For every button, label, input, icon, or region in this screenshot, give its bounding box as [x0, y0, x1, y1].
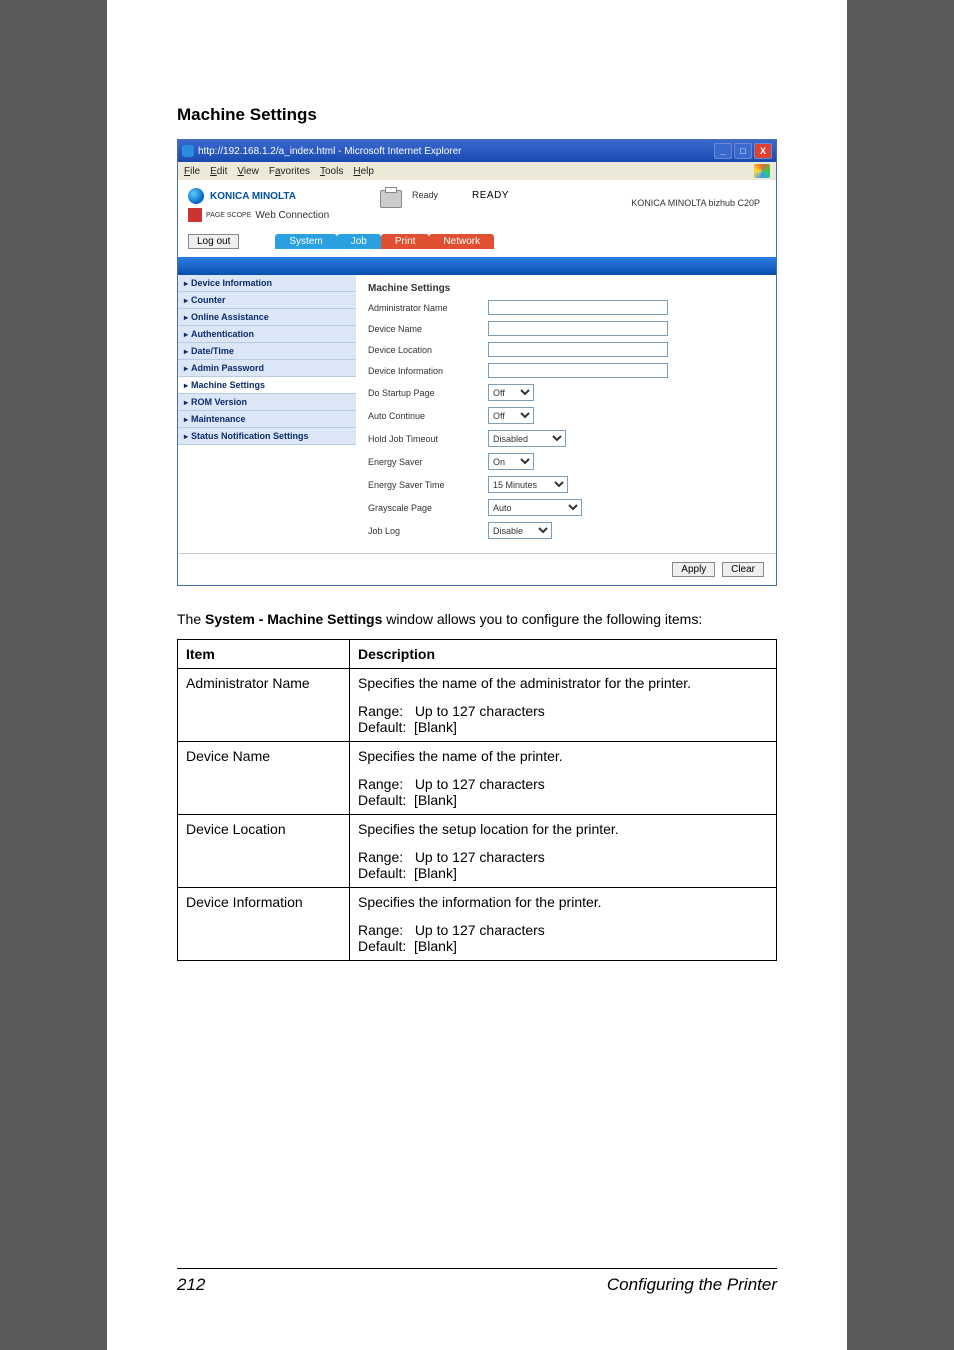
- status-ready-small: Ready: [412, 190, 438, 200]
- table-header-description: Description: [350, 639, 777, 668]
- form-row: Administrator Name: [368, 300, 764, 315]
- form-label: Hold Job Timeout: [368, 434, 488, 444]
- form-row: Do Startup PageOff: [368, 384, 764, 401]
- form-label: Device Information: [368, 366, 488, 376]
- form-label: Do Startup Page: [368, 388, 488, 398]
- menubar: File Edit View Favorites Tools Help: [178, 162, 776, 180]
- table-row: Device LocationSpecifies the setup locat…: [178, 814, 777, 887]
- select-job-log[interactable]: Disable: [488, 522, 552, 539]
- table-cell-item: Device Name: [178, 741, 350, 814]
- sidebar-item-authentication[interactable]: Authentication: [178, 326, 356, 343]
- form-row: Grayscale PageAuto: [368, 499, 764, 516]
- table-cell-description: Specifies the information for the printe…: [350, 887, 777, 960]
- side-nav: Device InformationCounterOnline Assistan…: [178, 275, 356, 553]
- table-cell-item: Device Information: [178, 887, 350, 960]
- ie-icon: [182, 145, 194, 157]
- menu-file[interactable]: File: [184, 166, 200, 177]
- form-label: Energy Saver: [368, 457, 488, 467]
- select-energy-saver[interactable]: On: [488, 453, 534, 470]
- footer-section-title: Configuring the Printer: [607, 1275, 777, 1295]
- product-name: KONICA MINOLTA bizhub C20P: [631, 190, 766, 208]
- status-ready-big: READY: [472, 190, 509, 201]
- windows-logo-icon: [754, 164, 770, 178]
- input-device-location[interactable]: [488, 342, 668, 357]
- sidebar-item-online-assistance[interactable]: Online Assistance: [178, 309, 356, 326]
- table-row: Administrator NameSpecifies the name of …: [178, 668, 777, 741]
- menu-help[interactable]: Help: [353, 166, 374, 177]
- form-row: Device Information: [368, 363, 764, 378]
- form-row: Energy Saver Time15 Minutes: [368, 476, 764, 493]
- form-label: Energy Saver Time: [368, 480, 488, 490]
- form-label: Grayscale Page: [368, 503, 488, 513]
- clear-button[interactable]: Clear: [722, 562, 764, 577]
- table-row: Device InformationSpecifies the informat…: [178, 887, 777, 960]
- sidebar-item-counter[interactable]: Counter: [178, 292, 356, 309]
- input-device-information[interactable]: [488, 363, 668, 378]
- form-row: Device Location: [368, 342, 764, 357]
- table-row: Device NameSpecifies the name of the pri…: [178, 741, 777, 814]
- table-cell-item: Administrator Name: [178, 668, 350, 741]
- form-label: Job Log: [368, 526, 488, 536]
- form-row: Energy SaverOn: [368, 453, 764, 470]
- logout-button[interactable]: Log out: [188, 234, 239, 249]
- table-cell-item: Device Location: [178, 814, 350, 887]
- printer-icon: [380, 190, 402, 208]
- form-row: Job LogDisable: [368, 522, 764, 539]
- menu-view[interactable]: View: [237, 166, 259, 177]
- sidebar-item-machine-settings[interactable]: Machine Settings: [178, 377, 356, 394]
- pagescope-prefix: PAGE SCOPE: [206, 212, 251, 219]
- tab-network[interactable]: Network: [429, 234, 494, 249]
- section-heading: Machine Settings: [177, 105, 777, 125]
- select-hold-job-timeout[interactable]: Disabled: [488, 430, 566, 447]
- menu-tools[interactable]: Tools: [320, 166, 343, 177]
- page-number: 212: [177, 1275, 205, 1295]
- tab-print[interactable]: Print: [381, 234, 430, 249]
- table-cell-description: Specifies the name of the administrator …: [350, 668, 777, 741]
- header-bar: [178, 257, 776, 275]
- input-device-name[interactable]: [488, 321, 668, 336]
- form-row: Hold Job TimeoutDisabled: [368, 430, 764, 447]
- window-title: http://192.168.1.2/a_index.html - Micros…: [198, 146, 461, 157]
- pagescope-icon: [188, 208, 202, 222]
- form-label: Auto Continue: [368, 411, 488, 421]
- input-administrator-name[interactable]: [488, 300, 668, 315]
- sidebar-item-status-notification-settings[interactable]: Status Notification Settings: [178, 428, 356, 445]
- tab-system[interactable]: System: [275, 234, 336, 249]
- window-minimize-button[interactable]: _: [714, 143, 732, 159]
- apply-button[interactable]: Apply: [672, 562, 715, 577]
- pane-title: Machine Settings: [368, 283, 764, 294]
- sidebar-item-admin-password[interactable]: Admin Password: [178, 360, 356, 377]
- sidebar-item-date-time[interactable]: Date/Time: [178, 343, 356, 360]
- sidebar-item-maintenance[interactable]: Maintenance: [178, 411, 356, 428]
- form-row: Device Name: [368, 321, 764, 336]
- sidebar-item-rom-version[interactable]: ROM Version: [178, 394, 356, 411]
- select-grayscale-page[interactable]: Auto: [488, 499, 582, 516]
- select-auto-continue[interactable]: Off: [488, 407, 534, 424]
- window-close-button[interactable]: X: [754, 143, 772, 159]
- form-row: Auto ContinueOff: [368, 407, 764, 424]
- select-do-startup-page[interactable]: Off: [488, 384, 534, 401]
- select-energy-saver-time[interactable]: 15 Minutes: [488, 476, 568, 493]
- form-label: Device Location: [368, 345, 488, 355]
- form-label: Administrator Name: [368, 303, 488, 313]
- intro-paragraph: The System - Machine Settings window all…: [177, 610, 777, 629]
- table-cell-description: Specifies the name of the printer.Range:…: [350, 741, 777, 814]
- konica-minolta-logo-icon: [188, 188, 204, 204]
- menu-edit[interactable]: Edit: [210, 166, 227, 177]
- form-label: Device Name: [368, 324, 488, 334]
- tab-job[interactable]: Job: [337, 234, 381, 249]
- window-titlebar: http://192.168.1.2/a_index.html - Micros…: [178, 140, 776, 162]
- table-header-item: Item: [178, 639, 350, 668]
- sidebar-item-device-information[interactable]: Device Information: [178, 275, 356, 292]
- pagescope-label: Web Connection: [255, 210, 329, 221]
- table-cell-description: Specifies the setup location for the pri…: [350, 814, 777, 887]
- window-maximize-button[interactable]: □: [734, 143, 752, 159]
- brand-name: KONICA MINOLTA: [210, 191, 296, 202]
- page-footer: 212 Configuring the Printer: [177, 1268, 777, 1295]
- menu-favorites[interactable]: Favorites: [269, 166, 310, 177]
- description-table: Item Description Administrator NameSpeci…: [177, 639, 777, 961]
- browser-window: http://192.168.1.2/a_index.html - Micros…: [177, 139, 777, 586]
